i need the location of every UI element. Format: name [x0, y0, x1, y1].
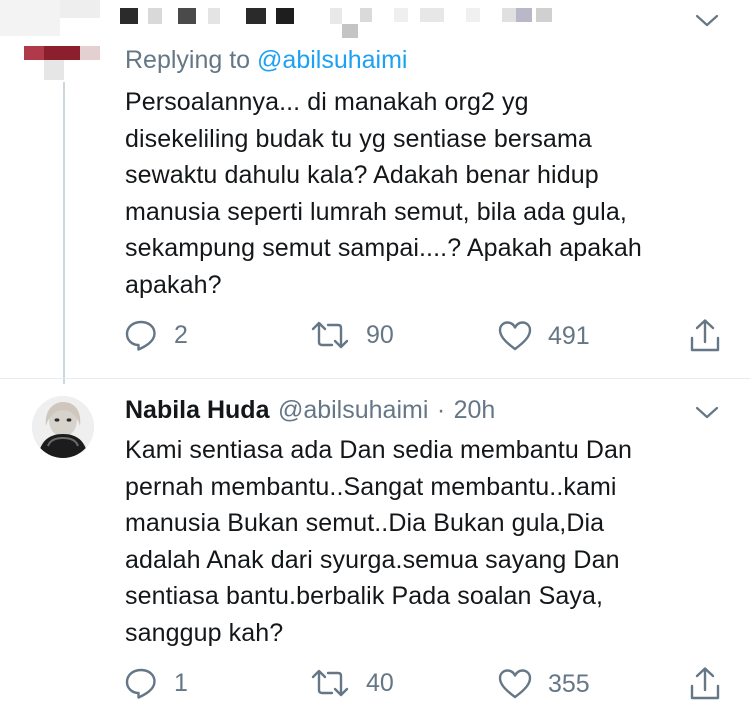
tweet-header-2: Nabila Huda @abilsuhaimi · 20h: [125, 396, 495, 425]
author-handle[interactable]: @abilsuhaimi: [278, 396, 428, 424]
heart-icon: [498, 669, 532, 699]
reply-button[interactable]: 2: [124, 318, 188, 352]
retweet-count: 40: [366, 668, 394, 697]
chevron-down-icon: [695, 406, 719, 419]
tweet-divider: [0, 378, 750, 379]
like-count: 491: [548, 321, 590, 350]
share-icon: [690, 319, 720, 352]
like-button[interactable]: 355: [498, 668, 590, 700]
tweet-time[interactable]: 20h: [454, 396, 496, 424]
retweet-count: 90: [366, 320, 394, 349]
like-button[interactable]: 491: [498, 320, 590, 352]
tweet-line: apakah?: [125, 270, 222, 299]
author-name[interactable]: Nabila Huda: [125, 396, 269, 424]
avatar-image: [32, 396, 94, 458]
share-button[interactable]: [688, 666, 722, 702]
tweet-line: manusia seperti lumrah semut, bila ada g…: [125, 197, 627, 226]
tweet-line: sekampung semut sampai....? Apakah apaka…: [125, 234, 642, 262]
reply-icon: [125, 320, 156, 351]
tweet-line: sanggup kah?: [125, 618, 284, 647]
reply-icon: [125, 668, 156, 699]
tweet-text-1: Persoalannya... di manakah org2 yg disek…: [125, 84, 735, 303]
replying-handle-link[interactable]: @abilsuhaimi: [257, 46, 407, 74]
retweet-icon: [311, 669, 349, 697]
share-icon: [690, 667, 720, 700]
retweet-icon: [311, 321, 349, 349]
like-count: 355: [548, 669, 590, 698]
share-button[interactable]: [688, 318, 722, 354]
tweet-line: Kami sentiasa ada Dan sedia membantu Dan: [125, 436, 633, 464]
tweet-line: manusia Bukan semut..Dia Bukan gula,Dia: [125, 509, 605, 537]
retweet-button[interactable]: 90: [310, 318, 394, 352]
heart-icon: [498, 321, 532, 351]
tweet-line: pernah membantu..Sangat membantu..kami: [125, 472, 617, 501]
chevron-down-icon: [695, 14, 719, 27]
meta-separator: ·: [436, 396, 446, 424]
tweet-line: adalah Anak dari syurga.semua sayang Dan: [125, 545, 620, 574]
tweet-line: sentiasa bantu.berbalik Pada soalan Saya…: [125, 582, 604, 610]
tweet-menu-chevron-1[interactable]: [694, 12, 720, 35]
tweet-line: sewaktu dahulu kala? Adakah benar hidup: [125, 161, 599, 189]
reply-button[interactable]: 1: [124, 666, 188, 700]
reply-count: 1: [174, 668, 188, 697]
reply-count: 2: [174, 320, 188, 349]
thread-connector-line: [63, 82, 65, 384]
tweet-line: Persoalannya... di manakah org2 yg: [125, 88, 529, 116]
tweet-menu-chevron-2[interactable]: [694, 404, 720, 427]
tweet-text-2: Kami sentiasa ada Dan sedia membantu Dan…: [125, 432, 735, 651]
retweet-button[interactable]: 40: [310, 666, 394, 700]
replying-prefix: Replying to: [125, 46, 251, 74]
replying-to: Replying to @abilsuhaimi: [125, 46, 407, 75]
avatar[interactable]: [32, 396, 94, 458]
tweet-line: disekeliling budak tu yg sentiase bersam…: [125, 124, 592, 153]
